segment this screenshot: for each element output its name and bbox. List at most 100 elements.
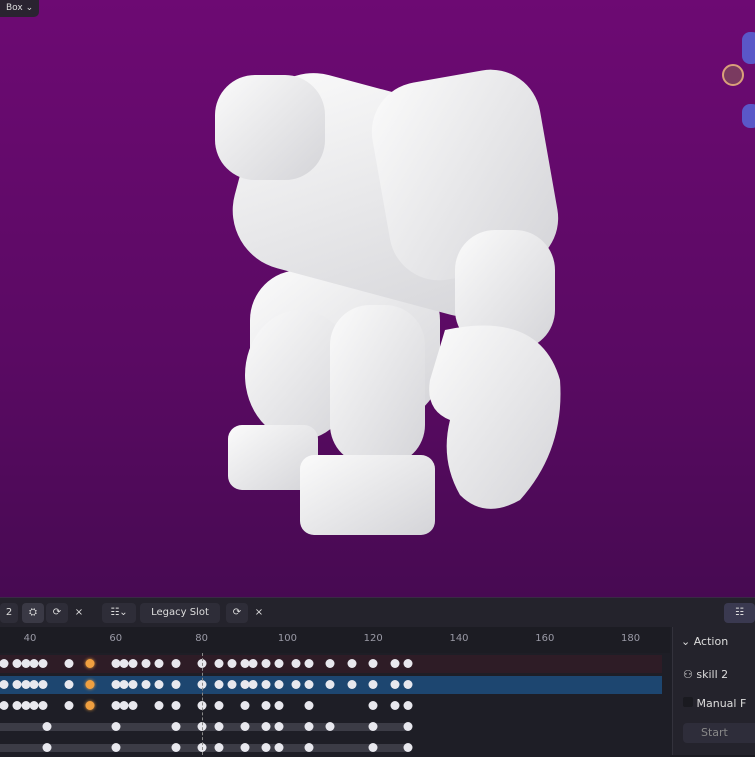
fake-user-icon[interactable]: ⛭ bbox=[22, 603, 44, 623]
keyframe[interactable] bbox=[261, 659, 271, 668]
keyframe[interactable] bbox=[214, 722, 224, 731]
keyframe[interactable] bbox=[64, 701, 74, 710]
keyframe[interactable] bbox=[347, 659, 357, 668]
keyframe[interactable] bbox=[214, 680, 224, 689]
keyframe[interactable] bbox=[248, 659, 258, 668]
keyframe[interactable] bbox=[368, 743, 378, 752]
keyframe[interactable] bbox=[214, 743, 224, 752]
keyframe[interactable] bbox=[304, 659, 314, 668]
keyframe[interactable] bbox=[38, 659, 48, 668]
keyframe[interactable] bbox=[291, 659, 301, 668]
keyframe[interactable] bbox=[154, 659, 164, 668]
keyframe[interactable] bbox=[403, 701, 413, 710]
channel-rows[interactable] bbox=[0, 653, 670, 757]
keyframe[interactable] bbox=[403, 659, 413, 668]
keyframe[interactable] bbox=[403, 722, 413, 731]
keyframe[interactable] bbox=[304, 722, 314, 731]
keyframe[interactable] bbox=[274, 680, 284, 689]
action-panel-header[interactable]: ⌄ Action bbox=[681, 635, 728, 648]
start-frame-field[interactable]: Start bbox=[683, 723, 755, 743]
keyframe[interactable] bbox=[240, 743, 249, 752]
channel-row[interactable] bbox=[0, 676, 662, 694]
keyframe[interactable] bbox=[274, 743, 284, 752]
manual-frame-range-checkbox[interactable]: Manual F bbox=[683, 697, 746, 710]
keyframe[interactable] bbox=[154, 680, 164, 689]
keyframe[interactable] bbox=[291, 680, 301, 689]
keyframe[interactable] bbox=[111, 743, 121, 752]
keyframe[interactable] bbox=[64, 659, 74, 668]
keyframe[interactable] bbox=[240, 722, 249, 731]
keyframe[interactable] bbox=[128, 701, 138, 710]
keyframe[interactable] bbox=[390, 680, 400, 689]
slot-name-field[interactable]: Legacy Slot bbox=[140, 603, 220, 623]
3d-viewport[interactable]: Box ⌄ bbox=[0, 0, 755, 597]
keyframe[interactable] bbox=[325, 680, 335, 689]
keyframe[interactable] bbox=[64, 680, 74, 689]
channel-row[interactable] bbox=[0, 718, 670, 736]
keyframe[interactable] bbox=[347, 680, 357, 689]
keyframe[interactable] bbox=[38, 680, 48, 689]
keyframe[interactable] bbox=[214, 701, 224, 710]
channel-row[interactable] bbox=[0, 697, 670, 715]
keyframe[interactable] bbox=[325, 659, 335, 668]
keyframe[interactable] bbox=[38, 701, 48, 710]
duplicate-icon[interactable]: ⟳ bbox=[46, 603, 68, 623]
keyframe[interactable] bbox=[403, 743, 413, 752]
slot-number-field[interactable]: 2 bbox=[0, 603, 18, 623]
keyframe[interactable] bbox=[227, 659, 237, 668]
keyframe[interactable] bbox=[154, 701, 164, 710]
keyframe[interactable] bbox=[304, 680, 314, 689]
editor-type-icon[interactable]: ☷ bbox=[724, 603, 755, 623]
keyframe[interactable] bbox=[403, 680, 413, 689]
keyframe[interactable] bbox=[325, 722, 335, 731]
keyframe[interactable] bbox=[214, 659, 224, 668]
keyframe[interactable] bbox=[227, 680, 237, 689]
keyframe[interactable] bbox=[42, 743, 52, 752]
keyframe[interactable] bbox=[240, 701, 249, 710]
close-icon[interactable]: × bbox=[70, 603, 88, 623]
keyframe[interactable] bbox=[261, 680, 271, 689]
keyframe[interactable] bbox=[368, 701, 378, 710]
keyframe[interactable] bbox=[0, 701, 9, 710]
keyframe[interactable] bbox=[390, 659, 400, 668]
keyframe[interactable] bbox=[111, 722, 121, 731]
new-slot-icon[interactable]: ⟳ bbox=[226, 603, 248, 623]
channel-row[interactable] bbox=[0, 655, 662, 673]
keyframe[interactable] bbox=[171, 680, 181, 689]
keyframe[interactable] bbox=[274, 659, 284, 668]
keyframe[interactable] bbox=[85, 659, 95, 668]
keyframe[interactable] bbox=[42, 722, 52, 731]
frame-ruler[interactable]: 40 60 80 100 120 140 160 180 bbox=[0, 627, 670, 653]
keyframe[interactable] bbox=[261, 722, 271, 731]
keyframe[interactable] bbox=[261, 743, 271, 752]
keyframe[interactable] bbox=[171, 701, 181, 710]
keyframe[interactable] bbox=[85, 701, 95, 710]
slot-type-dropdown[interactable]: ☷⌄ bbox=[102, 603, 136, 623]
ruler-tick: 40 bbox=[23, 633, 37, 644]
keyframe[interactable] bbox=[368, 659, 378, 668]
manual-label: Manual F bbox=[696, 697, 747, 710]
keyframe[interactable] bbox=[368, 680, 378, 689]
unassign-close-icon[interactable]: × bbox=[250, 603, 268, 623]
keyframe[interactable] bbox=[390, 701, 400, 710]
keyframe[interactable] bbox=[304, 701, 314, 710]
keyframe[interactable] bbox=[141, 659, 151, 668]
keyframe[interactable] bbox=[274, 701, 284, 710]
keyframe[interactable] bbox=[171, 743, 181, 752]
keyframe[interactable] bbox=[128, 659, 138, 668]
keyframe[interactable] bbox=[274, 722, 284, 731]
keyframe[interactable] bbox=[128, 680, 138, 689]
keyframe[interactable] bbox=[304, 743, 314, 752]
keyframe[interactable] bbox=[85, 680, 95, 689]
keyframe[interactable] bbox=[261, 701, 271, 710]
action-selector[interactable]: ⚇ skill 2 bbox=[683, 668, 728, 681]
channel-row[interactable] bbox=[0, 739, 670, 757]
keyframe[interactable] bbox=[141, 680, 151, 689]
keyframe[interactable] bbox=[368, 722, 378, 731]
keyframe[interactable] bbox=[171, 722, 181, 731]
keyframe[interactable] bbox=[0, 680, 9, 689]
keyframe[interactable] bbox=[171, 659, 181, 668]
keyframe[interactable] bbox=[248, 680, 258, 689]
keyframe[interactable] bbox=[0, 659, 9, 668]
playhead[interactable] bbox=[201, 653, 203, 755]
